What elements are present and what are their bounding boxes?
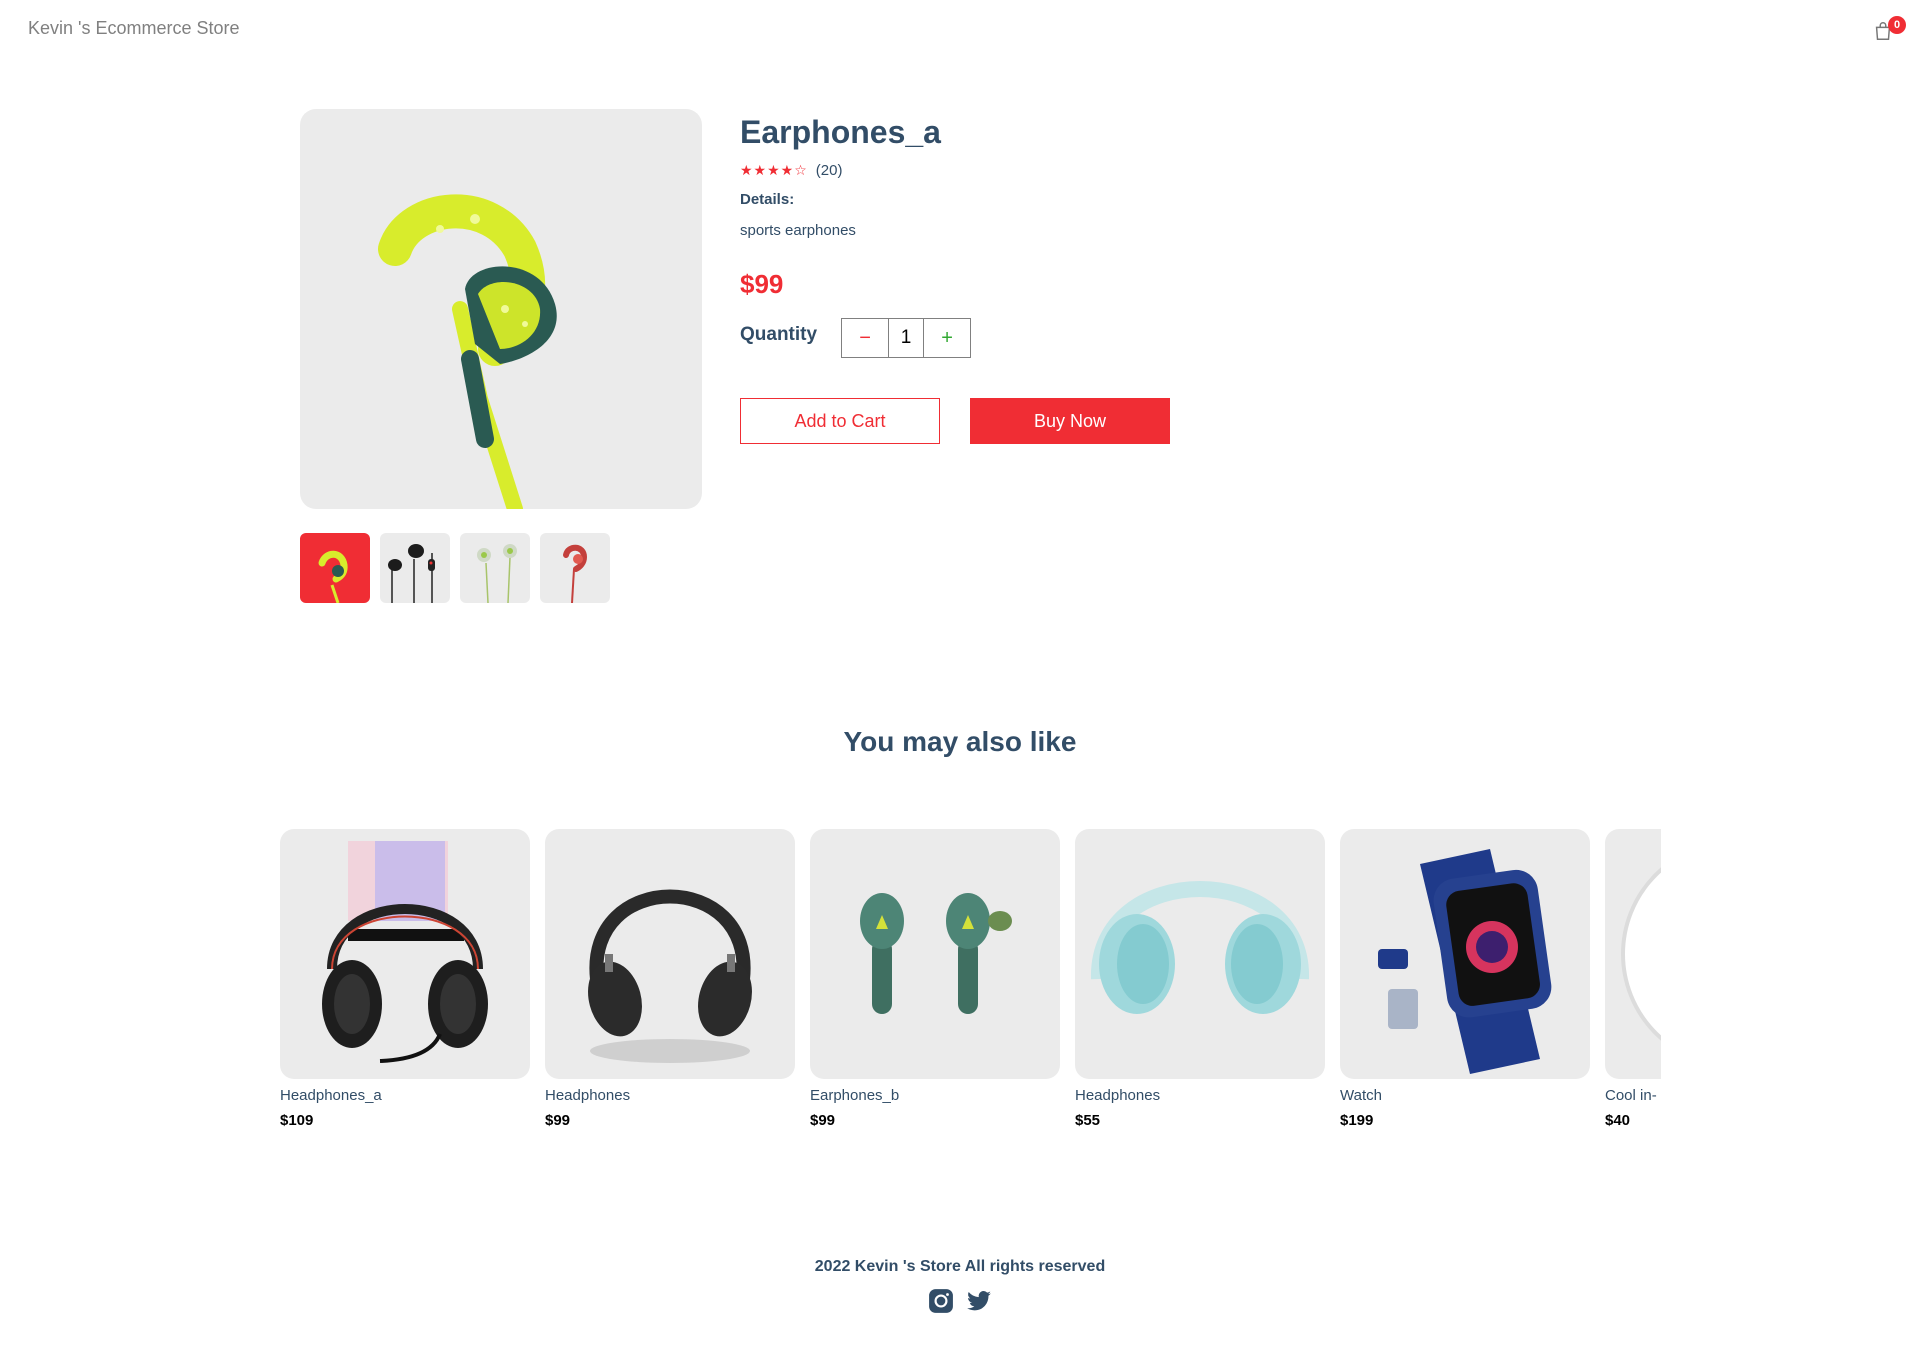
action-buttons: Add to Cart Buy Now (740, 398, 1340, 444)
quantity-label: Quantity (740, 324, 818, 345)
quantity-stepper: − 1 + (841, 318, 972, 358)
increase-quantity-button[interactable]: + (924, 319, 970, 357)
thumbnail-1[interactable] (300, 533, 370, 603)
green-earbuds-icon (860, 893, 1012, 1014)
product-card-image (280, 829, 530, 1079)
product-card-price: $40 (1605, 1112, 1631, 1129)
product-card-name: Headphones_a (280, 1087, 382, 1104)
thumbnail-2[interactable] (380, 533, 450, 603)
product-card[interactable]: Earphones_b $99 (810, 829, 1060, 1129)
speaker-icon (1621, 867, 1661, 1041)
twitter-icon[interactable] (966, 1288, 992, 1314)
cart-button[interactable]: 0 (1868, 16, 1906, 46)
decrease-quantity-button[interactable]: − (842, 319, 888, 357)
product-price: $99 (740, 269, 784, 299)
product-card[interactable]: Cool in- $40 (1605, 829, 1661, 1129)
product-card-image (1605, 829, 1661, 1079)
quantity-value: 1 (888, 319, 925, 357)
product-main-image (300, 109, 702, 509)
store-logo-link[interactable]: Kevin 's Ecommerce Store (28, 18, 240, 39)
black-headphones-icon (588, 889, 752, 1063)
star-rating-icon: ★★★★☆ (740, 162, 808, 178)
red-earphone-thumb-icon (563, 544, 588, 603)
product-title: Earphones_a (740, 114, 941, 150)
product-card-name: Watch (1340, 1087, 1382, 1104)
product-card-price: $99 (545, 1112, 571, 1129)
product-card-image (545, 829, 795, 1079)
footer-copyright: 2022 Kevin 's Store All rights reserved (814, 1258, 1106, 1275)
buy-now-button[interactable]: Buy Now (970, 398, 1170, 444)
product-detail: Earphones_a ★★★★☆ (20) Details: sports e… (740, 112, 1340, 444)
navbar: Kevin 's Ecommerce Store 0 (0, 0, 1920, 60)
product-card-price: $199 (1340, 1112, 1374, 1129)
gaming-headphones-icon (322, 841, 488, 1063)
review-count: (20) (815, 162, 843, 179)
details-text: sports earphones (740, 222, 856, 239)
instagram-icon[interactable] (928, 1288, 954, 1314)
mint-headphones-icon (1090, 881, 1310, 1014)
product-card-name: Headphones (545, 1087, 631, 1104)
social-icons (0, 1288, 1920, 1314)
thumbnail-3[interactable] (460, 533, 530, 603)
product-card-price: $109 (280, 1112, 314, 1129)
maylike-carousel: Headphones_a $109 Headphones $99 Earphon… (261, 829, 1661, 1149)
product-card-name: Headphones (1075, 1087, 1161, 1104)
black-earphones-thumb-icon (388, 544, 435, 603)
product-card-price: $55 (1075, 1112, 1101, 1129)
product-card-price: $99 (810, 1112, 836, 1129)
quantity-row: Quantity − 1 + (740, 318, 1340, 358)
footer: 2022 Kevin 's Store All rights reserved (0, 1258, 1920, 1314)
product-card-image (810, 829, 1060, 1079)
add-to-cart-button[interactable]: Add to Cart (740, 398, 940, 444)
product-card-name: Cool in- (1605, 1087, 1657, 1104)
maylike-heading: You may also like (843, 726, 1077, 757)
product-card-name: Earphones_b (810, 1087, 900, 1104)
product-card[interactable]: Headphones $99 (545, 829, 795, 1129)
yellow-earphone-image (378, 194, 557, 509)
details-heading: Details: (740, 191, 795, 208)
product-card-image (1340, 829, 1590, 1079)
product-card[interactable]: Headphones_a $109 (280, 829, 530, 1129)
cart-count-badge: 0 (1888, 16, 1906, 34)
rating: ★★★★☆ (20) (740, 162, 1340, 179)
thumbnail-4[interactable] (540, 533, 610, 603)
product-card-image (1075, 829, 1325, 1079)
thumbnail-strip (300, 533, 610, 603)
smart-watch-icon (1378, 849, 1552, 1074)
product-card[interactable]: Watch $199 (1340, 829, 1590, 1129)
green-earphones-thumb-icon (477, 544, 517, 603)
product-card[interactable]: Headphones $55 (1075, 829, 1325, 1129)
yellow-earphone-thumb-icon (318, 550, 348, 603)
